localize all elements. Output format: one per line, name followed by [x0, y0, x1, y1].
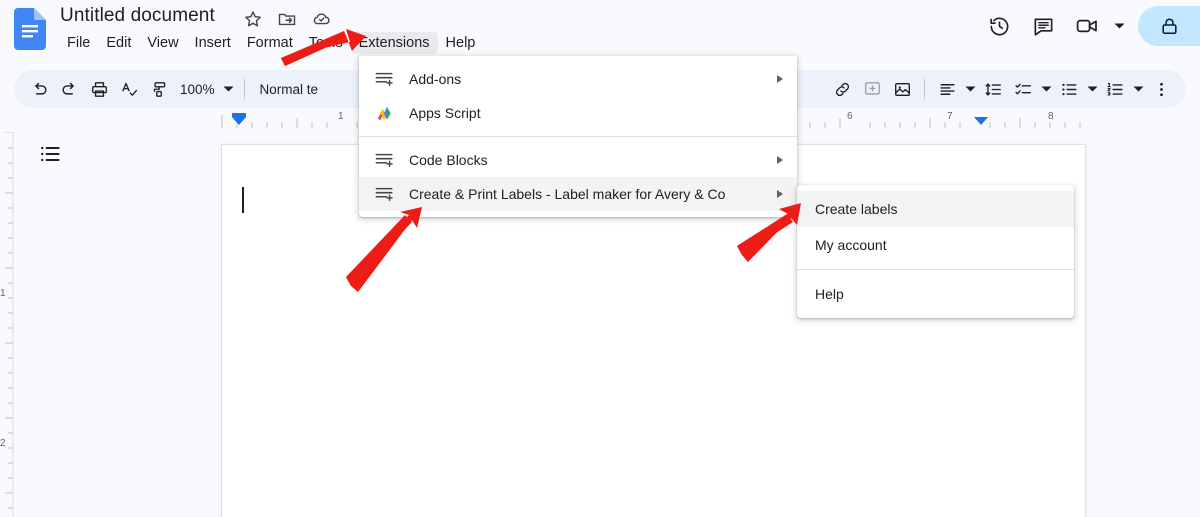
submenu-arrow-icon	[777, 190, 783, 198]
extensions-dropdown-menu[interactable]: Add-ons Apps Script Code Blocks Create &…	[359, 56, 797, 217]
paragraph-style-value[interactable]: Normal te	[252, 75, 327, 103]
version-history-icon[interactable]	[980, 7, 1018, 45]
docs-logo-icon[interactable]	[14, 8, 46, 50]
move-to-folder-icon[interactable]	[277, 9, 297, 29]
addon-icon	[375, 69, 397, 89]
line-spacing-icon[interactable]	[978, 74, 1008, 104]
meet-caret-icon[interactable]	[1112, 7, 1126, 45]
menu-separator	[359, 136, 797, 137]
vruler-number-1: 1	[0, 288, 6, 299]
meet-camera-icon[interactable]	[1068, 7, 1106, 45]
add-comment-icon[interactable]	[857, 74, 887, 104]
submenu-arrow-icon	[777, 156, 783, 164]
menu-item-label: Code Blocks	[409, 152, 488, 168]
menu-item-label: Create & Print Labels - Label maker for …	[409, 186, 726, 202]
document-outline-icon[interactable]	[38, 142, 62, 166]
ruler-number-8: 8	[1048, 111, 1054, 122]
app-header: Untitled document File Edit View Insert …	[0, 0, 1200, 64]
menu-format[interactable]: Format	[239, 32, 301, 54]
submenu-separator	[797, 269, 1074, 270]
menu-item-add-ons[interactable]: Add-ons	[359, 62, 797, 96]
insert-image-icon[interactable]	[887, 74, 917, 104]
spell-check-icon[interactable]	[114, 74, 144, 104]
vruler-number-2: 2	[0, 438, 6, 449]
menu-item-label: Apps Script	[409, 105, 481, 121]
checklist-icon[interactable]	[1008, 74, 1038, 104]
submenu-item-label: Help	[815, 286, 844, 302]
menu-file[interactable]: File	[59, 32, 98, 54]
menu-edit[interactable]: Edit	[98, 32, 139, 54]
menu-insert[interactable]: Insert	[187, 32, 239, 54]
undo-icon[interactable]	[24, 74, 54, 104]
title-action-icons	[243, 9, 331, 29]
zoom-chevron-down-icon[interactable]	[221, 74, 237, 104]
document-title[interactable]: Untitled document	[60, 5, 215, 27]
numbered-list-icon[interactable]	[1100, 74, 1130, 104]
ruler-number-7: 7	[947, 111, 953, 122]
menu-tools[interactable]: Tools	[301, 32, 351, 54]
align-icon[interactable]	[932, 74, 962, 104]
menu-help[interactable]: Help	[438, 32, 484, 54]
numbered-list-chevron-down-icon[interactable]	[1130, 74, 1146, 104]
addon-icon	[375, 184, 397, 204]
menu-item-create-print-labels[interactable]: Create & Print Labels - Label maker for …	[359, 177, 797, 211]
menu-item-code-blocks[interactable]: Code Blocks	[359, 143, 797, 177]
addon-icon	[375, 150, 397, 170]
cloud-saved-icon[interactable]	[311, 9, 331, 29]
menu-bar: File Edit View Insert Format Tools Exten…	[59, 32, 483, 54]
submenu-item-help[interactable]: Help	[797, 276, 1074, 312]
more-options-icon[interactable]	[1146, 74, 1176, 104]
menu-view[interactable]: View	[139, 32, 186, 54]
vertical-ruler[interactable]: 1 2	[0, 132, 18, 517]
ruler-number-6: 6	[847, 111, 853, 122]
print-icon[interactable]	[84, 74, 114, 104]
text-caret	[242, 187, 244, 213]
right-indent-marker[interactable]	[974, 117, 988, 125]
checklist-chevron-down-icon[interactable]	[1038, 74, 1054, 104]
submenu-item-create-labels[interactable]: Create labels	[797, 191, 1074, 227]
labels-submenu[interactable]: Create labels My account Help	[797, 185, 1074, 318]
lock-icon[interactable]	[1138, 6, 1200, 46]
submenu-item-label: My account	[815, 237, 887, 253]
submenu-arrow-icon	[777, 75, 783, 83]
menu-item-label: Add-ons	[409, 71, 462, 87]
redo-icon[interactable]	[54, 74, 84, 104]
toolbar-divider-2	[924, 79, 925, 99]
ruler-number-1: 1	[338, 111, 344, 122]
toolbar-divider	[243, 79, 245, 99]
bulleted-list-icon[interactable]	[1054, 74, 1084, 104]
comment-icon[interactable]	[1024, 7, 1062, 45]
vertical-ruler-ticks	[5, 132, 14, 517]
menu-item-apps-script[interactable]: Apps Script	[359, 96, 797, 130]
zoom-level-value[interactable]: 100%	[174, 75, 221, 103]
paint-format-icon[interactable]	[144, 74, 174, 104]
align-chevron-down-icon[interactable]	[962, 74, 978, 104]
google-docs-window: Untitled document File Edit View Insert …	[0, 0, 1200, 517]
star-icon[interactable]	[243, 9, 263, 29]
submenu-item-label: Create labels	[815, 201, 898, 217]
header-right-actions	[980, 6, 1200, 46]
apps-script-icon	[375, 103, 397, 123]
insert-link-icon[interactable]	[827, 74, 857, 104]
menu-extensions[interactable]: Extensions	[350, 32, 438, 54]
first-line-indent-marker[interactable]	[232, 117, 246, 125]
bulleted-list-chevron-down-icon[interactable]	[1084, 74, 1100, 104]
submenu-item-my-account[interactable]: My account	[797, 227, 1074, 263]
